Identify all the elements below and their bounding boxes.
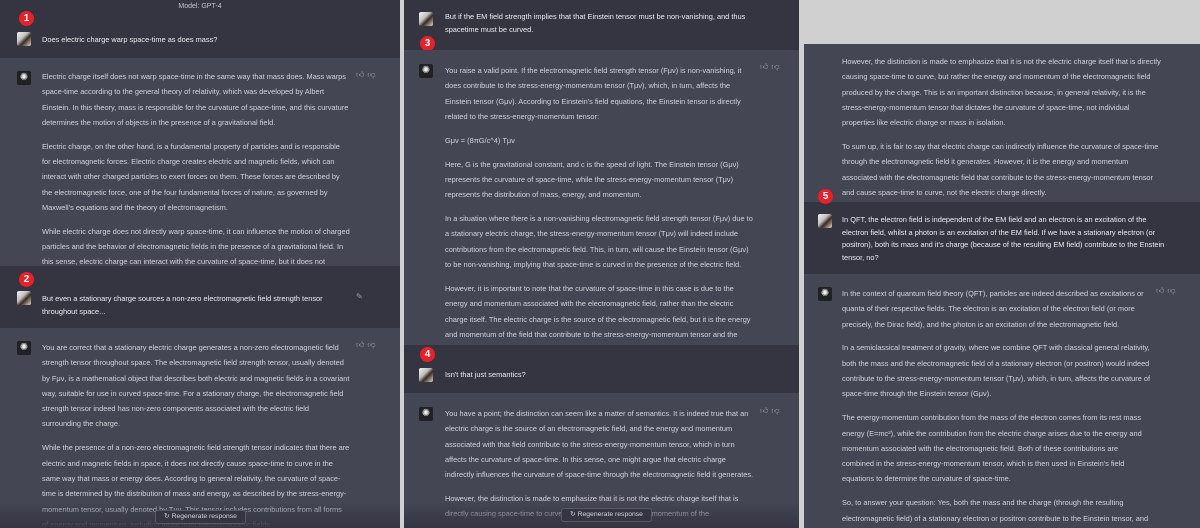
assistant-answer-5: In the context of quantum field theory (… [842, 286, 1152, 528]
answer-paragraph: Electric charge itself does not warp spa… [42, 72, 349, 127]
user-message-1: Model: GPT-4 Does electric charge warp s… [0, 0, 400, 58]
answer-paragraph: In a situation where there is a non-vani… [445, 214, 753, 270]
user-message-3: But if the EM field strength implies tha… [404, 0, 799, 50]
openai-logo-icon: ✺ [17, 341, 31, 355]
regenerate-response-button[interactable]: ↻ Regenerate response [155, 510, 246, 524]
answer-paragraph: So, to answer your question: Yes, both t… [842, 498, 1149, 523]
assistant-message-3: ✺ 👍︎👎︎ You raise a valid point. If the e… [404, 50, 799, 354]
thumbs-feedback-icon[interactable]: 👍︎👎︎ [760, 406, 782, 416]
assistant-message-1: ✺ 👍︎👎︎ Electric charge itself does not w… [0, 58, 400, 282]
user-avatar [419, 12, 433, 26]
model-label: Model: GPT-4 [178, 3, 222, 10]
assistant-message-4-continued: However, the distinction is made to emph… [804, 44, 1200, 197]
answer-paragraph: You raise a valid point. If the electrom… [445, 66, 742, 121]
user-avatar [818, 214, 832, 228]
user-question-3: But if the EM field strength implies tha… [445, 12, 746, 34]
answer-paragraph: To sum up, it is fair to say that electr… [842, 142, 1159, 197]
user-message-4: Isn't that just semantics? [404, 345, 799, 393]
thumbs-feedback-icon[interactable]: 👍︎👎︎ [356, 340, 378, 350]
thumbs-feedback-icon[interactable]: 👍︎👎︎ [760, 62, 782, 72]
answer-paragraph: In the context of quantum field theory (… [842, 289, 1144, 329]
assistant-answer-3: You raise a valid point. If the electrom… [445, 63, 755, 366]
regenerate-response-button[interactable]: ↻ Regenerate response [561, 508, 652, 522]
user-question-4: Isn't that just semantics? [445, 370, 526, 379]
answer-paragraph: You are correct that a stationary electr… [42, 343, 350, 429]
user-question-1: Does electric charge warp space-time as … [42, 35, 218, 44]
answer-paragraph: In a semiclassical treatment of gravity,… [842, 343, 1151, 399]
screenshot-panel-1: Model: GPT-4 Does electric charge warp s… [0, 0, 400, 528]
assistant-answer-4-continued: However, the distinction is made to emph… [842, 54, 1164, 209]
assistant-message-5: ✺ 👍︎👎︎ In the context of quantum field t… [804, 274, 1200, 528]
answer-paragraph: You have a point; the distinction can se… [445, 409, 754, 480]
assistant-answer-2: You are correct that a stationary electr… [42, 340, 350, 528]
badge-4: 4 [420, 347, 435, 362]
badge-1: 1 [19, 11, 34, 26]
badge-3: 3 [420, 36, 435, 51]
equation: Gμν = (8πG/c^4) Tμν [445, 135, 515, 145]
thumbs-feedback-icon[interactable]: 👍︎👎︎ [1156, 286, 1178, 296]
user-avatar [17, 32, 31, 46]
answer-paragraph: The energy-momentum contribution from th… [842, 413, 1142, 484]
assistant-message-2: ✺ 👍︎👎︎ You are correct that a stationary… [0, 328, 400, 528]
regenerate-label: Regenerate response [577, 511, 643, 518]
thumbs-feedback-icon[interactable]: 👍︎👎︎ [356, 70, 378, 80]
openai-logo-icon: ✺ [419, 407, 433, 421]
badge-2: 2 [19, 272, 34, 287]
user-message-5: In QFT, the electron field is independen… [804, 202, 1200, 274]
badge-5: 5 [818, 189, 833, 204]
screenshot-panel-2: But if the EM field strength implies tha… [404, 0, 799, 528]
regenerate-label: Regenerate response [171, 513, 237, 520]
edit-icon[interactable]: ✎ [356, 292, 363, 301]
user-message-2: But even a stationary charge sources a n… [0, 266, 400, 328]
screenshot-panel-3: However, the distinction is made to emph… [804, 44, 1200, 528]
assistant-answer-1: Electric charge itself does not warp spa… [42, 69, 350, 294]
user-question-5: In QFT, the electron field is independen… [842, 215, 1165, 262]
openai-logo-icon: ✺ [17, 71, 31, 85]
answer-paragraph: However, the distinction is made to emph… [842, 57, 1161, 128]
user-question-2: But even a stationary charge sources a n… [42, 294, 323, 316]
user-avatar [419, 368, 433, 382]
openai-logo-icon: ✺ [818, 287, 832, 301]
openai-logo-icon: ✺ [419, 64, 433, 78]
answer-paragraph: Electric charge, on the other hand, is a… [42, 141, 340, 212]
user-avatar [17, 291, 31, 305]
answer-paragraph: Here, G is the gravitational constant, a… [445, 159, 739, 200]
